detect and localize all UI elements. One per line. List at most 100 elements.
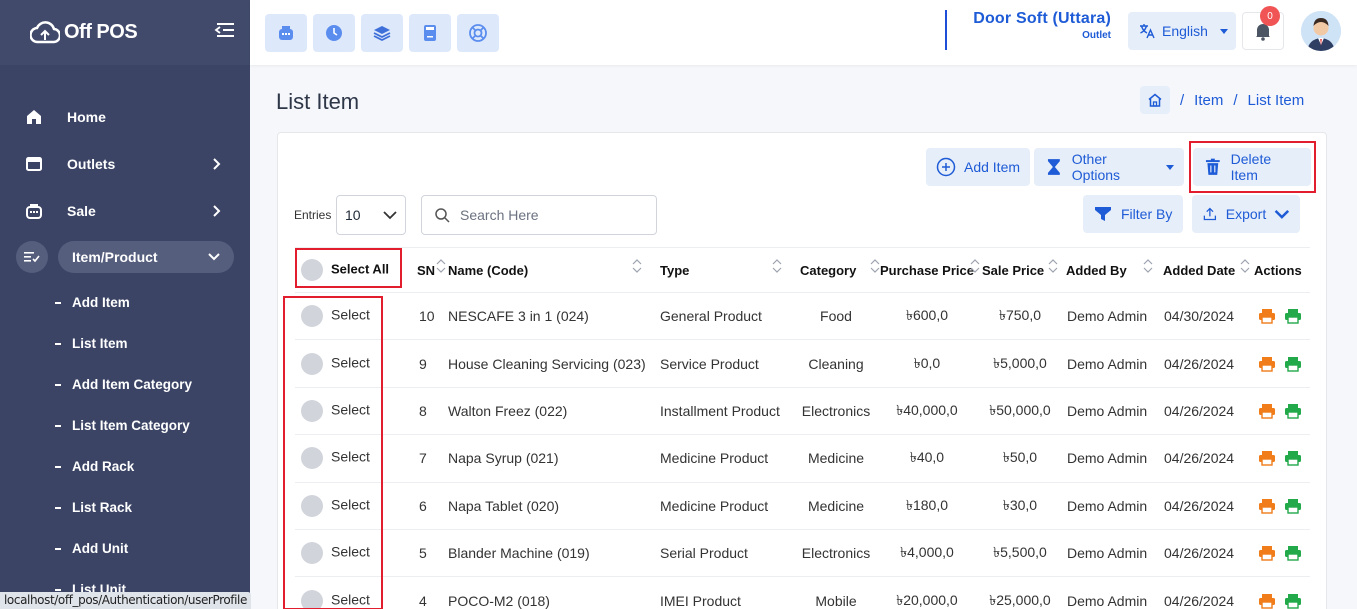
- col-label: Actions: [1254, 262, 1302, 278]
- sidebar-sub-list-item-category[interactable]: List Item Category: [0, 405, 250, 446]
- edit-print-icon[interactable]: [1258, 544, 1276, 562]
- table-row: Select 9 House Cleaning Servicing (023) Ser…: [295, 339, 1310, 388]
- cell-category: Electronics: [796, 387, 876, 436]
- entries-value: 10: [345, 207, 361, 223]
- sidebar-item-sale[interactable]: Sale: [0, 187, 250, 234]
- filter-by-button[interactable]: Filter By: [1083, 195, 1183, 233]
- sidebar-sub-list-rack[interactable]: List Rack: [0, 487, 250, 528]
- col-purchase-price[interactable]: Purchase Price: [876, 247, 980, 293]
- language-selector[interactable]: English: [1128, 12, 1236, 50]
- search-input[interactable]: [460, 207, 640, 223]
- other-options-button[interactable]: Other Options: [1034, 148, 1184, 186]
- outlet-info[interactable]: Door Soft (Uttara) Outlet: [945, 10, 1111, 50]
- edit-print-icon[interactable]: [1258, 307, 1276, 325]
- cell-type: Medicine Product: [656, 434, 796, 483]
- table-row: Select 7 Napa Syrup (021) Medicine Product M…: [295, 434, 1310, 483]
- col-label: Added Date: [1163, 262, 1236, 278]
- sidebar-collapse-button[interactable]: [214, 20, 236, 45]
- attendance-button[interactable]: [313, 13, 355, 52]
- clock-icon: [326, 24, 342, 41]
- home-icon: [1148, 93, 1162, 107]
- cell-purchase: ৳0,0: [876, 339, 978, 388]
- user-avatar[interactable]: [1301, 11, 1341, 51]
- col-sale-price[interactable]: Sale Price: [978, 247, 1062, 293]
- sort-icon: [632, 259, 642, 273]
- sidebar-sub-add-unit[interactable]: Add Unit: [0, 528, 250, 569]
- cell-sale: ৳750,0: [978, 292, 1062, 341]
- actions-cell: [1250, 529, 1310, 578]
- col-type[interactable]: Type: [656, 247, 796, 293]
- cell-date: 04/26/2024: [1159, 576, 1250, 609]
- entries-label: Entries: [294, 208, 332, 222]
- brand-logo[interactable]: Off POS: [30, 20, 138, 46]
- sidebar-sub-add-item[interactable]: Add Item: [0, 282, 250, 323]
- print-icon[interactable]: [1284, 355, 1302, 373]
- edit-print-icon[interactable]: [1258, 402, 1276, 420]
- chevron-down-icon: [208, 253, 220, 261]
- sidebar-item-outlets[interactable]: Outlets: [0, 140, 250, 187]
- layers-button[interactable]: [361, 13, 403, 52]
- col-name[interactable]: Name (Code): [448, 247, 656, 293]
- sidebar-sub-list-item[interactable]: List Item: [0, 323, 250, 364]
- cell-purchase: ৳4,000,0: [876, 529, 978, 578]
- cell-sale: ৳5,500,0: [978, 529, 1062, 578]
- dash-bullet: [55, 424, 61, 427]
- other-options-label: Other Options: [1071, 151, 1121, 183]
- print-icon[interactable]: [1284, 402, 1302, 420]
- print-icon[interactable]: [1284, 449, 1302, 467]
- brand-bar: Off POS: [0, 0, 250, 65]
- browser-status-url: localhost/off_pos/Authentication/userPro…: [0, 592, 251, 609]
- highlight-select-all: [295, 248, 402, 288]
- add-item-button[interactable]: Add Item: [926, 148, 1030, 186]
- sidebar-sub-add-rack[interactable]: Add Rack: [0, 446, 250, 487]
- cell-name: House Cleaning Servicing (023): [448, 339, 656, 388]
- items-table: Select All SN Name (Code) Type Category …: [295, 247, 1310, 609]
- sidebar-item-item-product[interactable]: Item/Product: [0, 240, 250, 274]
- sidebar-sub-add-item-category[interactable]: Add Item Category: [0, 364, 250, 405]
- edit-print-icon[interactable]: [1258, 449, 1276, 467]
- export-button[interactable]: Export: [1192, 195, 1300, 233]
- cell-type: General Product: [656, 292, 796, 341]
- print-icon[interactable]: [1284, 307, 1302, 325]
- col-category[interactable]: Category: [796, 247, 880, 293]
- col-label: Purchase Price: [880, 262, 974, 278]
- cell-sale: ৳30,0: [978, 482, 1062, 530]
- search-box[interactable]: [421, 195, 657, 235]
- dash-bullet: [55, 465, 61, 468]
- sidebar-sub-label: List Rack: [72, 500, 133, 515]
- support-button[interactable]: [457, 13, 499, 52]
- calculator-button[interactable]: [409, 13, 451, 52]
- print-icon[interactable]: [1284, 544, 1302, 562]
- add-item-label: Add Item: [963, 159, 1021, 175]
- chevron-down-icon: [1274, 209, 1290, 219]
- cell-purchase: ৳40,0: [876, 434, 978, 483]
- export-label: Export: [1225, 206, 1267, 222]
- breadcrumb-separator: /: [1233, 91, 1238, 109]
- sidebar-item-label: Item/Product: [72, 249, 158, 265]
- cell-added_by: Demo Admin: [1062, 529, 1159, 578]
- table-row: Select 6 Napa Tablet (020) Medicine Product…: [295, 482, 1310, 530]
- cell-purchase: ৳180,0: [876, 482, 978, 530]
- dash-bullet: [55, 383, 61, 386]
- actions-cell: [1250, 434, 1310, 483]
- edit-print-icon[interactable]: [1258, 355, 1276, 373]
- col-added-date[interactable]: Added Date: [1159, 247, 1250, 293]
- sidebar-item-home[interactable]: Home: [0, 93, 250, 140]
- entries-select[interactable]: 10: [336, 195, 406, 235]
- outlet-name: Door Soft (Uttara): [973, 10, 1111, 27]
- col-label: Type: [660, 262, 690, 278]
- col-sn[interactable]: SN: [405, 247, 448, 293]
- plus-circle-icon: [936, 157, 956, 177]
- edit-print-icon[interactable]: [1258, 497, 1276, 515]
- edit-print-icon[interactable]: [1258, 592, 1276, 609]
- print-icon[interactable]: [1284, 497, 1302, 515]
- col-added-by[interactable]: Added By: [1062, 247, 1159, 293]
- col-label: Sale Price: [982, 262, 1045, 278]
- breadcrumb-item[interactable]: Item: [1194, 92, 1223, 109]
- store-icon: [24, 154, 44, 174]
- filter-icon: [1095, 207, 1111, 221]
- pos-button[interactable]: [265, 13, 307, 52]
- col-label: Added By: [1066, 262, 1127, 278]
- print-icon[interactable]: [1284, 592, 1302, 609]
- breadcrumb-home[interactable]: [1140, 86, 1170, 114]
